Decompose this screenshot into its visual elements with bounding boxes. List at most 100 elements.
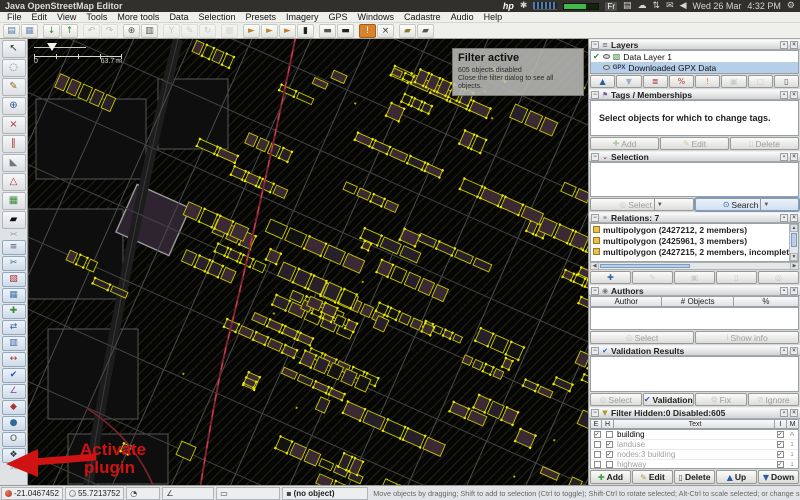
- filter-col-inverted[interactable]: I: [775, 419, 787, 429]
- cadastre-cursor-add-button[interactable]: ►: [261, 24, 278, 38]
- menu-help[interactable]: Help: [479, 12, 508, 22]
- filter-delete-button[interactable]: ▯Delete: [674, 470, 715, 484]
- zoom-selection-button[interactable]: ⊕: [123, 24, 140, 38]
- panel-collapse-icon[interactable]: −: [591, 41, 599, 49]
- orthogonalize-button[interactable]: ✎: [181, 24, 198, 38]
- filter-row[interactable]: ✓building✓A: [591, 430, 798, 440]
- layer-row-data[interactable]: ✔ ▧ Data Layer 1: [591, 51, 798, 62]
- panel-close-icon[interactable]: ×: [790, 214, 798, 222]
- selection-list[interactable]: [590, 162, 799, 197]
- layer-delete-button[interactable]: ▯: [774, 75, 799, 88]
- panel-pin-icon[interactable]: ▪: [780, 91, 788, 99]
- filter-row[interactable]: highway✓1: [591, 460, 798, 469]
- filter-row[interactable]: ✓landuse✓1: [591, 440, 798, 450]
- panel-pin-icon[interactable]: ▪: [780, 347, 788, 355]
- validate-tool-button[interactable]: ✔: [2, 368, 26, 383]
- menu-view[interactable]: View: [52, 12, 81, 22]
- panel-collapse-icon[interactable]: −: [591, 287, 599, 295]
- layer-down-button[interactable]: ▼: [616, 75, 641, 88]
- map-sync-tool-button[interactable]: ⇄: [2, 320, 26, 335]
- relation-select-button[interactable]: ◎: [758, 271, 799, 284]
- panel-collapse-icon[interactable]: −: [591, 409, 599, 417]
- menu-data[interactable]: Data: [164, 12, 193, 22]
- filter-inverted-checkbox[interactable]: ✓: [777, 431, 784, 438]
- network-icon[interactable]: ⇅: [653, 1, 661, 11]
- menu-presets[interactable]: Presets: [240, 12, 281, 22]
- blank-tool-button[interactable]: ■: [221, 24, 238, 38]
- save-button[interactable]: ▦: [21, 24, 38, 38]
- filter-enable-checkbox[interactable]: [594, 451, 601, 458]
- panel-close-icon[interactable]: ×: [790, 347, 798, 355]
- validation-fix-button[interactable]: ⚙Fix: [695, 393, 747, 406]
- filter-enable-checkbox[interactable]: ✓: [594, 431, 601, 438]
- relation-row[interactable]: multipolygon (2427215, 2 members, incomp…: [591, 246, 798, 257]
- filter-inverted-checkbox[interactable]: ✓: [777, 441, 784, 448]
- layer-row-gpx[interactable]: ✔ GPX Downloaded GPX Data: [591, 62, 798, 73]
- filter-table[interactable]: ✓building✓A✓landuse✓1✓nodes:3 building✓1…: [590, 429, 799, 469]
- menu-audio[interactable]: Audio: [446, 12, 479, 22]
- improve-accuracy-tool-button[interactable]: ◣: [2, 154, 26, 172]
- toolbar-handle[interactable]: ><: [10, 466, 17, 472]
- select-tool-button[interactable]: ↖: [2, 40, 26, 58]
- update-data-button[interactable]: ↻: [199, 24, 216, 38]
- layer-merge-button[interactable]: ≣: [643, 75, 668, 88]
- panel-close-icon[interactable]: ×: [790, 41, 798, 49]
- filter-enable-checkbox[interactable]: [594, 461, 601, 468]
- authors-list[interactable]: [590, 307, 799, 330]
- menu-more-tools[interactable]: More tools: [112, 12, 164, 22]
- cube-tool-button[interactable]: ◆: [2, 400, 26, 415]
- car-button[interactable]: ▬: [319, 24, 336, 38]
- map-canvas[interactable]: [28, 39, 588, 485]
- upload-osm-button[interactable]: ↑: [61, 24, 78, 38]
- visibility-eye-icon[interactable]: [603, 54, 610, 59]
- panel-pin-icon[interactable]: ▪: [780, 214, 788, 222]
- cadastre-warning-button[interactable]: !: [359, 24, 376, 38]
- panel-close-icon[interactable]: ×: [790, 91, 798, 99]
- panel-pin-icon[interactable]: ▪: [780, 287, 788, 295]
- selection-select-button[interactable]: ◎Select▼: [590, 198, 694, 211]
- filter-down-button[interactable]: ▼Down: [758, 470, 799, 484]
- panel-pin-icon[interactable]: ▪: [780, 41, 788, 49]
- add-imagery-tool-button[interactable]: ✚: [2, 304, 26, 319]
- authors-col-author[interactable]: Author: [590, 296, 662, 307]
- scroll-up-icon[interactable]: ▲: [790, 224, 798, 232]
- save-view-tool-button[interactable]: ▥: [2, 336, 26, 351]
- tray-time[interactable]: 4:32 PM: [747, 1, 781, 11]
- vertical-scrollbar[interactable]: ▲ ▼: [789, 224, 798, 261]
- panel-pin-icon[interactable]: ▪: [780, 409, 788, 417]
- validation-ignore-button[interactable]: ⊘Ignore: [748, 393, 800, 406]
- validation-list[interactable]: [590, 356, 799, 392]
- menu-edit[interactable]: Edit: [27, 12, 53, 22]
- filter-inverted-checkbox[interactable]: ✓: [777, 461, 784, 468]
- zoom-slider-thumb[interactable]: [47, 43, 57, 51]
- filter-add-button[interactable]: ✚Add: [590, 470, 631, 484]
- cadastre-cursor-button[interactable]: ►: [243, 24, 260, 38]
- plugin-tool-button[interactable]: ❖: [2, 448, 26, 463]
- filter-hide-checkbox[interactable]: ✓: [606, 441, 613, 448]
- relation-row[interactable]: multipolygon (2427212, 2 members): [591, 224, 798, 235]
- panel-pin-icon[interactable]: ▪: [780, 153, 788, 161]
- extrude-tool-button[interactable]: △: [2, 173, 26, 191]
- copy-tags-tool-button[interactable]: ≡: [2, 240, 26, 255]
- chevron-down-icon[interactable]: ▼: [654, 199, 665, 210]
- gridify-tool-button[interactable]: ▦: [2, 192, 26, 210]
- merge-layer-tool-button[interactable]: ▧: [2, 272, 26, 287]
- delete-tool-button[interactable]: ×: [2, 116, 26, 134]
- open-file-button[interactable]: ▤: [3, 24, 20, 38]
- redo-button[interactable]: ↷: [101, 24, 118, 38]
- tag-delete-button[interactable]: ▯Delete: [730, 137, 799, 150]
- zoom-tool-button[interactable]: ⊕: [2, 97, 26, 115]
- panel-close-icon[interactable]: ×: [790, 153, 798, 161]
- pliers-tool-button[interactable]: ✂: [2, 256, 26, 271]
- panel-collapse-icon[interactable]: −: [591, 347, 599, 355]
- zoom-slider[interactable]: [34, 43, 86, 52]
- panel-collapse-icon[interactable]: −: [591, 153, 599, 161]
- filter-hide-checkbox[interactable]: [606, 461, 613, 468]
- menu-tools[interactable]: Tools: [81, 12, 112, 22]
- parallel-way-tool-button[interactable]: ∥: [2, 135, 26, 153]
- blackout-tool-button[interactable]: ▰: [2, 211, 26, 229]
- battery-meter-icon[interactable]: [563, 3, 599, 10]
- layer-up-button[interactable]: ▲: [590, 75, 615, 88]
- tag-add-button[interactable]: ✚Add: [590, 137, 659, 150]
- relation-duplicate-button[interactable]: ▣: [674, 271, 715, 284]
